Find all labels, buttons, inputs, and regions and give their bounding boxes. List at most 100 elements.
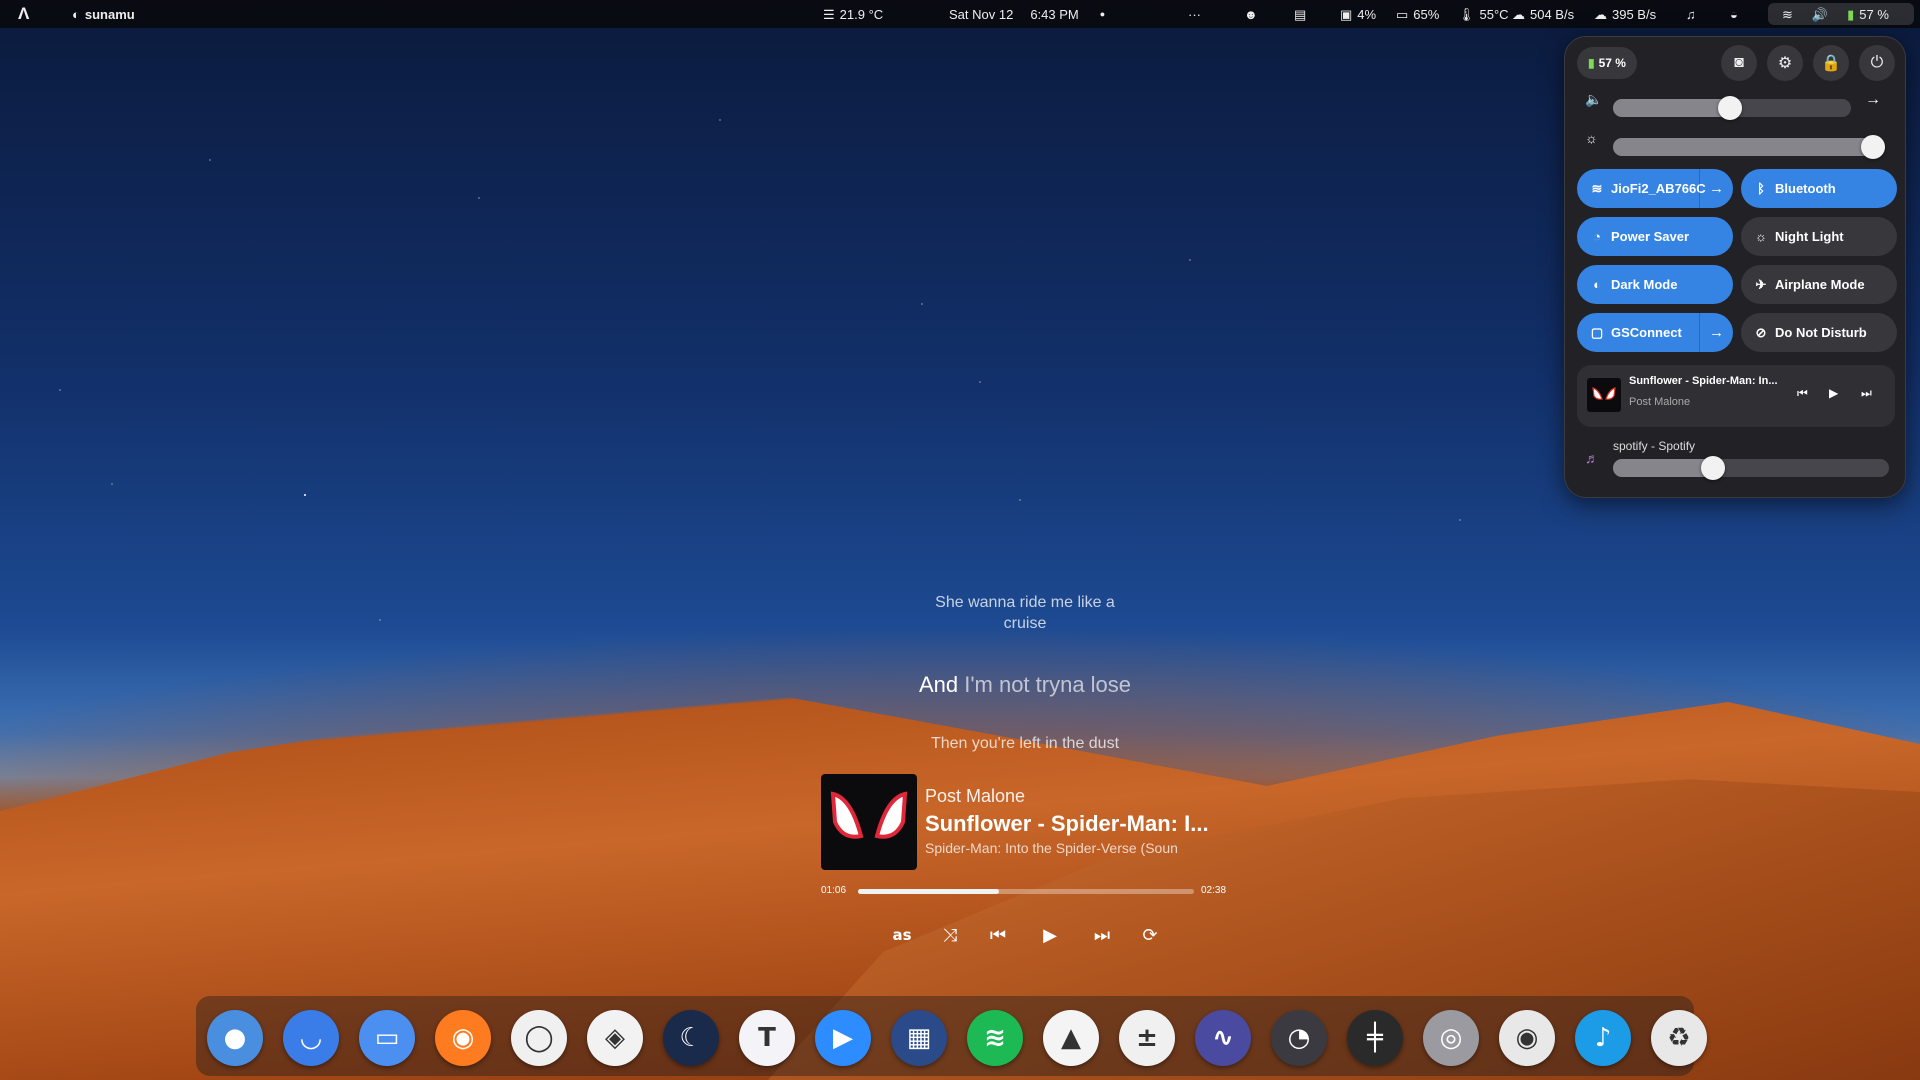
toggle-airplane-mode[interactable]: ✈ Airplane Mode	[1741, 265, 1897, 304]
download-indicator[interactable]: ☁ 504 B/s	[1512, 0, 1574, 28]
music-app-icon[interactable]: ♪	[1575, 1010, 1631, 1066]
zoom-app-icon[interactable]: ▶	[815, 1010, 871, 1066]
disk-indicator[interactable]: ▣ 4%	[1340, 0, 1376, 28]
app-volume-slider[interactable]	[1613, 456, 1889, 480]
app-volume-slider-knob[interactable]	[1701, 456, 1725, 480]
settings-button[interactable]: ⚙	[1767, 45, 1803, 81]
media-card[interactable]: Sunflower - Spider-Man: In... Post Malon…	[1577, 365, 1895, 427]
volume-slider-knob[interactable]	[1718, 96, 1742, 120]
spotify-icon[interactable]: ≋	[967, 1010, 1023, 1066]
calculator-app-icon[interactable]: ±	[1119, 1010, 1175, 1066]
next-track-icon[interactable]: ⏭	[1088, 921, 1116, 949]
lyric-previous: She wanna ride me like a cruise	[935, 594, 1115, 632]
player-album: Spider-Man: Into the Spider-Verse (Soun	[925, 840, 1178, 856]
memory-icon: ▭	[1396, 6, 1409, 22]
clock[interactable]: Sat Nov 12 6:43 PM ●	[949, 0, 1105, 28]
mixer-app-icon[interactable]: ╪	[1347, 1010, 1403, 1066]
download-text: 504 B/s	[1530, 6, 1575, 22]
bluetooth-icon: ᛒ	[1757, 181, 1765, 196]
pixel-app-icon[interactable]: ▦	[891, 1010, 947, 1066]
overflow-menu[interactable]: ···	[1188, 0, 1201, 28]
lock-icon: 🔒	[1821, 55, 1841, 72]
teams-app-icon[interactable]: T	[739, 1010, 795, 1066]
toggle-label: JioFi2_AB766C	[1611, 181, 1706, 196]
upload-indicator[interactable]: ☁ 395 B/s	[1594, 0, 1656, 28]
volume-icon: 🔊	[1811, 6, 1829, 22]
screenshot-button[interactable]: ◙	[1721, 45, 1757, 81]
brightness-icon: ☼	[1585, 130, 1598, 146]
volume-slider[interactable]	[1613, 96, 1851, 120]
edge-app-icon[interactable]: ☾	[663, 1010, 719, 1066]
night-light-icon: ☼	[1755, 229, 1767, 244]
toggle-dark-mode[interactable]: ◐ Dark Mode	[1577, 265, 1733, 304]
files-app-icon[interactable]: ▭	[359, 1010, 415, 1066]
toggle-label: Dark Mode	[1611, 277, 1678, 292]
weather-indicator[interactable]: ☰ 21.9 °C	[823, 0, 883, 28]
repeat-icon[interactable]: ⟳	[1136, 921, 1164, 949]
disk-icon: ▣	[1340, 6, 1353, 22]
disk-app-icon[interactable]: ◎	[1423, 1010, 1479, 1066]
gsconnect-icon: ▢	[1590, 324, 1604, 340]
music-note-icon: ♬	[1585, 450, 1599, 466]
arrow-right-icon[interactable]: →	[1699, 313, 1733, 352]
player-progress-bar[interactable]	[858, 889, 1194, 894]
trash-icon[interactable]: ♻	[1651, 1010, 1707, 1066]
lyric-next: Then you're left in the dust	[930, 735, 1120, 752]
arrow-right-icon[interactable]: →	[1699, 169, 1733, 208]
audio-app-icon[interactable]: ∿	[1195, 1010, 1251, 1066]
player-elapsed: 01:06	[821, 885, 847, 896]
brightness-slider-fill	[1613, 138, 1873, 156]
quick-settings-panel: ▮ 57 % ◙ ⚙ 🔒 ⏻ 🔈 → ☼ ≋ JioFi2_AB766C → ᛒ Blu…	[1564, 36, 1906, 498]
system-menu[interactable]: ≋ 🔊 ▮ 57 %	[1768, 3, 1914, 25]
lastfm-icon[interactable]: as	[888, 921, 916, 949]
activities-icon[interactable]: Λ	[18, 0, 29, 28]
toggle-power-saver[interactable]: ◔ Power Saver	[1577, 217, 1733, 256]
temperature-indicator[interactable]: 🌡 55°C	[1458, 0, 1509, 28]
disk-text: 4%	[1357, 6, 1377, 22]
previous-track-icon[interactable]: ⏮	[984, 921, 1012, 949]
toggle-label: GSConnect	[1611, 325, 1682, 340]
previous-track-icon[interactable]: ⏮	[1797, 386, 1808, 401]
album-art	[821, 774, 917, 870]
inkscape-icon[interactable]: ▲	[1043, 1010, 1099, 1066]
brightness-slider-knob[interactable]	[1861, 135, 1885, 159]
airplane-icon: ✈	[1755, 276, 1767, 292]
gsconnect-tray-icon[interactable]: ◒	[1730, 0, 1738, 28]
toggle-label: Airplane Mode	[1775, 277, 1865, 292]
toggle-jiofi2-ab766c[interactable]: ≋ JioFi2_AB766C →	[1577, 169, 1733, 208]
lyric-current: And I'm not tryna lose	[860, 672, 1190, 698]
notes-app-icon[interactable]: ◯	[511, 1010, 567, 1066]
firefox-icon[interactable]: ◉	[435, 1010, 491, 1066]
toggle-bluetooth[interactable]: ᛒ Bluetooth	[1741, 169, 1897, 208]
toggle-app-icon[interactable]: ●	[207, 1010, 263, 1066]
music-note-icon[interactable]: ♫	[1686, 0, 1696, 28]
brightness-slider[interactable]	[1613, 135, 1885, 159]
recorder-app-icon[interactable]: ◉	[1499, 1010, 1555, 1066]
battery-status[interactable]: ▮ 57 %	[1577, 47, 1637, 79]
next-track-icon[interactable]: ⏭	[1861, 386, 1872, 401]
power-button[interactable]: ⏻	[1859, 45, 1895, 81]
app-menu-label: sunamu	[84, 6, 135, 22]
temperature-text: 55°C	[1479, 6, 1509, 22]
date-text: Sat Nov 12	[949, 6, 1014, 22]
play-icon[interactable]: ▶	[1829, 386, 1838, 400]
mail-app-icon[interactable]: ◡	[283, 1010, 339, 1066]
clipboard-icon[interactable]: ▤	[1294, 0, 1306, 28]
memory-indicator[interactable]: ▭ 65%	[1396, 0, 1439, 28]
toggle-label: Do Not Disturb	[1775, 325, 1867, 340]
app-menu[interactable]: ◐ sunamu	[72, 0, 135, 28]
toggle-do-not-disturb[interactable]: ⊘ Do Not Disturb	[1741, 313, 1897, 352]
layers-app-icon[interactable]: ◈	[587, 1010, 643, 1066]
upload-text: 395 B/s	[1612, 6, 1657, 22]
battery-icon: ▮	[1847, 6, 1855, 22]
incognito-icon[interactable]: ☻	[1244, 0, 1258, 28]
toggle-night-light[interactable]: ☼ Night Light	[1741, 217, 1897, 256]
audio-output-arrow-icon[interactable]: →	[1865, 91, 1881, 109]
toggle-gsconnect[interactable]: ▢ GSConnect →	[1577, 313, 1733, 352]
play-icon[interactable]: ▶	[1036, 921, 1064, 949]
wifi-icon: ≋	[1782, 6, 1793, 22]
usage-app-icon[interactable]: ◔	[1271, 1010, 1327, 1066]
shuffle-icon[interactable]: ⤨	[936, 921, 964, 949]
lock-button[interactable]: 🔒	[1813, 45, 1849, 81]
app-menu-icon: ◐	[72, 6, 80, 22]
